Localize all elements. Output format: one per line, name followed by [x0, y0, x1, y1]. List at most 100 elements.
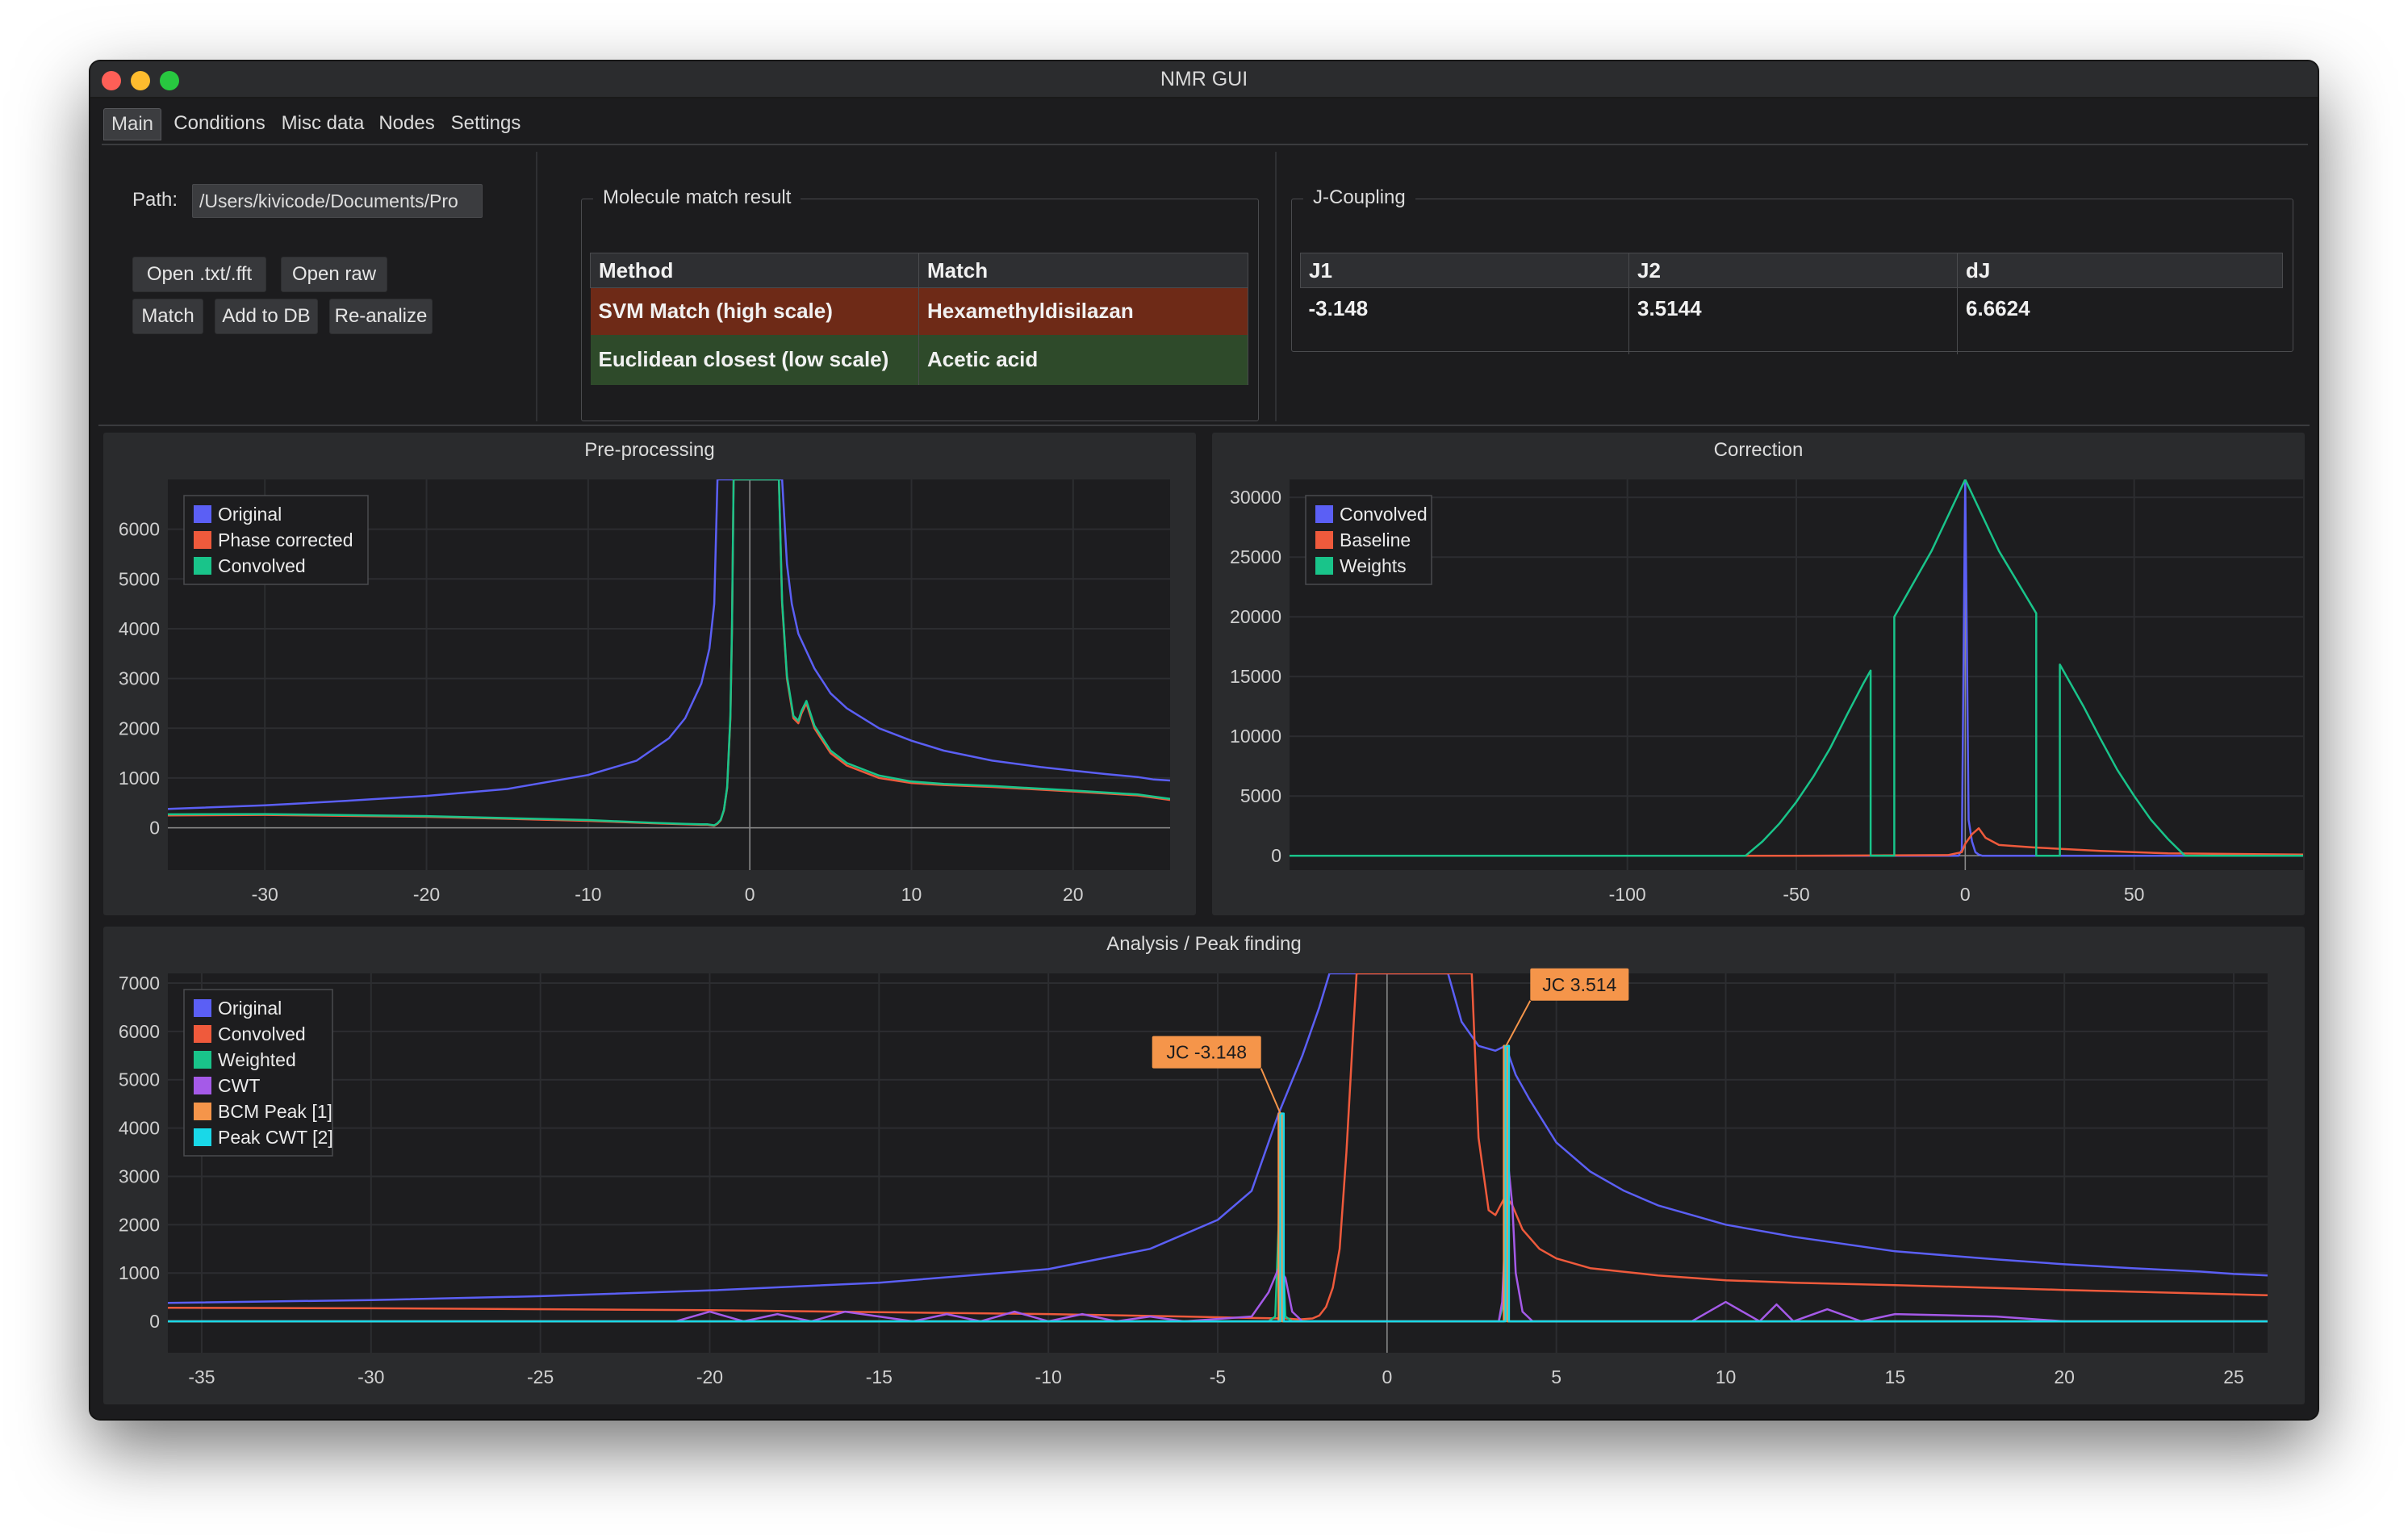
- j-coupling-group: J-Coupling J1 J2 dJ -3.148 3.5144 6.6624: [1291, 186, 2293, 354]
- open-txt-fft-button[interactable]: Open .txt/.fft: [132, 257, 266, 292]
- chart-title: Correction: [1713, 439, 1804, 461]
- j1-value: -3.148: [1300, 287, 1629, 354]
- match-header-match: Match: [918, 253, 1248, 288]
- app-window: NMR GUI Main Conditions Misc data Nodes …: [90, 61, 2318, 1419]
- match-result-cell: Hexamethyldisilazan: [918, 287, 1248, 335]
- window-title: NMR GUI: [1160, 68, 1248, 90]
- y-tick-label: 2000: [119, 718, 160, 739]
- x-tick-label: 0: [745, 884, 755, 905]
- tab-conditions[interactable]: Conditions: [168, 108, 271, 139]
- x-tick-label: -10: [1035, 1366, 1062, 1387]
- analysis-chart[interactable]: -35 -30 -25 -20 -15 -10 -5 0 5 10 15 20 25 0 1000 2000 3…: [103, 927, 2305, 1404]
- y-tick-label: 2000: [119, 1214, 160, 1235]
- x-tick-label: -30: [357, 1366, 384, 1387]
- legend-swatch: [194, 1025, 211, 1043]
- chart-title: Analysis / Peak finding: [1106, 933, 1302, 955]
- legend-swatch: [1315, 531, 1333, 549]
- annotation-label: JC -3.148: [1166, 1042, 1247, 1063]
- legend-swatch: [194, 1077, 211, 1094]
- y-tick-label: 0: [149, 818, 160, 839]
- x-tick-label: -15: [866, 1366, 893, 1387]
- analysis-panel: Analysis / Peak finding -35 -30 -25 -20 -15-…: [103, 927, 2305, 1404]
- x-tick-label: -30: [252, 884, 278, 905]
- legend-swatch: [1315, 505, 1333, 523]
- j-coupling-table: J1 J2 dJ -3.148 3.5144 6.6624: [1300, 253, 2283, 354]
- x-tick-label: -100: [1609, 884, 1646, 905]
- y-tick-label: 0: [149, 1311, 160, 1332]
- main-content: Main Conditions Misc data Nodes Settings…: [90, 98, 2318, 1419]
- preprocessing-panel: Pre-processing -30 -20 -10 0 10 20 0 1000 2000 30…: [103, 433, 1196, 915]
- y-tick-label: 3000: [119, 1165, 160, 1186]
- x-tick-label: -35: [188, 1366, 215, 1387]
- add-to-db-button[interactable]: Add to DB: [215, 299, 318, 334]
- x-tick-label: -5: [1210, 1366, 1226, 1387]
- y-tick-label: 4000: [119, 618, 160, 639]
- legend-swatch: [194, 1128, 211, 1146]
- j-coupling-title: J-Coupling: [1303, 186, 1415, 209]
- tab-main[interactable]: Main: [103, 108, 161, 140]
- open-raw-button[interactable]: Open raw: [281, 257, 387, 292]
- legend-label: Convolved: [1340, 504, 1428, 525]
- legend-label: Original: [218, 998, 282, 1019]
- y-tick-label: 15000: [1230, 666, 1281, 687]
- table-row[interactable]: SVM Match (high scale) Hexamethyldisilaz…: [590, 287, 1248, 335]
- x-tick-label: -10: [575, 884, 601, 905]
- molecule-match-group: Molecule match result Method Match SVM M…: [581, 186, 1259, 421]
- preprocessing-chart[interactable]: -30 -20 -10 0 10 20 0 1000 2000 3000 4000 5000 6000 O…: [103, 433, 1196, 915]
- separator: [1275, 152, 1277, 421]
- y-tick-label: 3000: [119, 668, 160, 689]
- match-result-cell: Acetic acid: [918, 334, 1248, 385]
- x-tick-label: 5: [1551, 1366, 1561, 1387]
- tab-divider: [102, 144, 2308, 145]
- y-tick-label: 10000: [1230, 726, 1281, 747]
- tab-misc-data[interactable]: Misc data: [278, 108, 368, 139]
- x-tick-label: 10: [901, 884, 922, 905]
- legend-swatch: [194, 999, 211, 1017]
- table-row[interactable]: Euclidean closest (low scale) Acetic aci…: [590, 334, 1248, 385]
- legend-label: Baseline: [1340, 529, 1411, 550]
- correction-panel: Correction -100 -50 0 50 0 5000 10000 15000 2000…: [1212, 433, 2305, 915]
- path-input[interactable]: /Users/kivicode/Documents/Pro: [192, 184, 483, 218]
- legend-label: Peak CWT [2]: [218, 1127, 333, 1148]
- legend-label: BCM Peak [1]: [218, 1101, 332, 1122]
- y-tick-label: 6000: [119, 1021, 160, 1042]
- legend-label: Phase corrected: [218, 529, 353, 550]
- legend-swatch: [194, 557, 211, 575]
- y-tick-label: 1000: [119, 768, 160, 789]
- legend-swatch: [1315, 557, 1333, 575]
- legend-swatch: [194, 1051, 211, 1069]
- legend-label: Convolved: [218, 555, 306, 576]
- tab-nodes[interactable]: Nodes: [374, 108, 439, 139]
- y-tick-label: 4000: [119, 1118, 160, 1139]
- legend-label: CWT: [218, 1075, 260, 1096]
- y-tick-label: 25000: [1230, 546, 1281, 567]
- x-tick-label: -25: [527, 1366, 554, 1387]
- match-button[interactable]: Match: [132, 299, 203, 334]
- x-tick-label: 0: [1960, 884, 1971, 905]
- title-bar: NMR GUI: [90, 61, 2318, 98]
- tab-settings[interactable]: Settings: [445, 108, 526, 139]
- path-label: Path:: [132, 189, 178, 211]
- legend-label: Weighted: [218, 1049, 296, 1070]
- x-tick-label: 0: [1382, 1366, 1392, 1387]
- j2-value: 3.5144: [1628, 287, 1958, 354]
- re-analize-button[interactable]: Re-analize: [329, 299, 433, 334]
- x-tick-label: 20: [2054, 1366, 2075, 1387]
- j2-header: J2: [1628, 253, 1958, 288]
- x-tick-label: 50: [2124, 884, 2145, 905]
- annotation-label: JC 3.514: [1542, 974, 1616, 995]
- y-tick-label: 1000: [119, 1262, 160, 1283]
- chart-title: Pre-processing: [584, 439, 715, 461]
- dj-header: dJ: [1957, 253, 2283, 288]
- y-tick-label: 20000: [1230, 606, 1281, 627]
- correction-chart[interactable]: -100 -50 0 50 0 5000 10000 15000 20000 25000 30000…: [1212, 433, 2305, 915]
- match-table: Method Match SVM Match (high scale) Hexa…: [590, 253, 1248, 385]
- separator: [536, 152, 537, 421]
- x-tick-label: 10: [1716, 1366, 1737, 1387]
- y-tick-label: 5000: [119, 568, 160, 589]
- legend-label: Convolved: [218, 1023, 306, 1044]
- legend-label: Original: [218, 504, 282, 525]
- match-method-cell: SVM Match (high scale): [590, 287, 919, 335]
- y-tick-label: 0: [1271, 845, 1281, 866]
- table-row[interactable]: -3.148 3.5144 6.6624: [1300, 287, 2283, 354]
